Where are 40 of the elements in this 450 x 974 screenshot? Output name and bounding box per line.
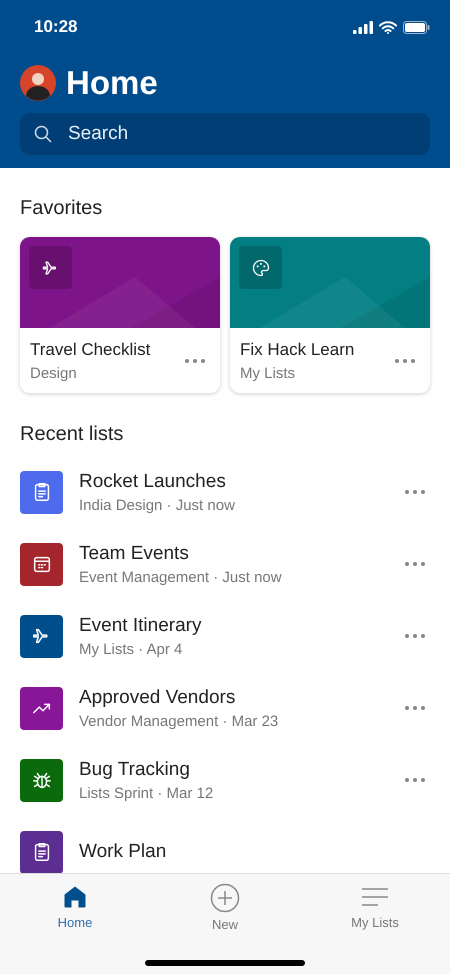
search-field[interactable]: Search [20, 113, 430, 155]
list-title[interactable]: Bug Tracking [79, 758, 384, 780]
avatar[interactable] [20, 65, 56, 101]
search-input[interactable]: Search [66, 122, 416, 146]
favorite-card[interactable]: Travel Checklist Design [20, 237, 220, 393]
more-icon [404, 489, 426, 495]
list-title[interactable]: Work Plan [79, 841, 430, 863]
more-icon [404, 561, 426, 567]
section-heading: Favorites [20, 197, 104, 220]
search-icon [34, 125, 52, 143]
card-subtitle: Design [30, 365, 78, 382]
list-subtitle: Vendor Management · Mar 23 [79, 712, 280, 730]
list-subtitle: India Design · Just now [79, 496, 236, 514]
card-title: Fix Hack Learn [240, 340, 354, 360]
add-icon [210, 883, 240, 913]
list-subtitle: My Lists · Apr 4 [79, 640, 184, 658]
tab[interactable]: Home [25, 882, 125, 933]
more-icon [404, 705, 426, 711]
list-title[interactable]: Team Events [79, 542, 384, 564]
card-subtitle: My Lists [240, 365, 296, 382]
section-heading: Recent lists [20, 423, 124, 446]
favorite-card[interactable]: Fix Hack Learn My Lists [230, 237, 430, 393]
more-icon [404, 777, 426, 783]
more-icon [404, 633, 426, 639]
list-title[interactable]: Event Itinerary [79, 614, 384, 636]
list-subtitle: Event Management · Just now [79, 568, 283, 586]
more-icon [184, 358, 206, 364]
palette-icon [250, 258, 270, 278]
status-time: 10:28 [34, 17, 78, 37]
list-subtitle: Lists Sprint · Mar 12 [79, 784, 214, 802]
card-title: Travel Checklist [30, 340, 150, 360]
wifi-icon [379, 20, 397, 34]
page-title: Home [66, 64, 158, 102]
battery-icon [403, 20, 430, 34]
signal-icon [353, 20, 373, 34]
list-title[interactable]: Approved Vendors [79, 686, 384, 708]
more-icon [394, 358, 416, 364]
list-title[interactable]: Rocket Launches [79, 470, 384, 492]
tab[interactable]: New [175, 882, 275, 933]
tab[interactable]: My Lists [325, 882, 425, 933]
